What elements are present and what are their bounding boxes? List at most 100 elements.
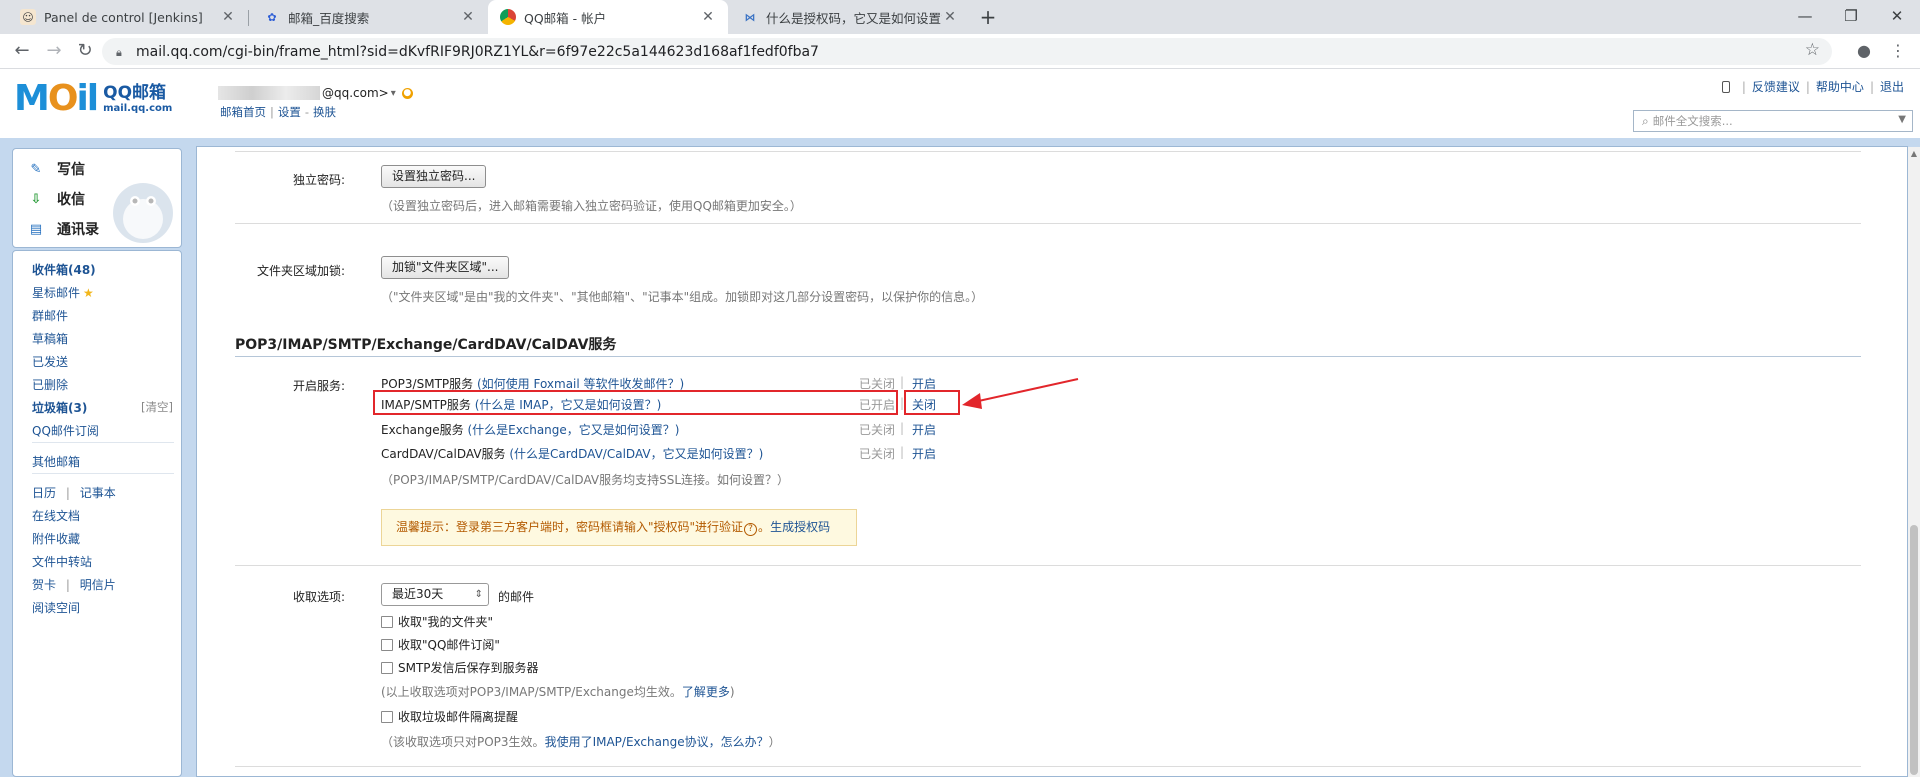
contacts-button[interactable]: ▤ 通讯录: [27, 219, 99, 239]
receive-options-label: 收取选项:: [292, 590, 345, 604]
learn-more-link[interactable]: 了解更多: [682, 685, 730, 699]
option-subscriptions[interactable]: 收取"QQ邮件订阅": [381, 636, 500, 653]
close-icon[interactable]: ✕: [460, 9, 476, 25]
compose-button[interactable]: ✎ 写信: [27, 159, 85, 179]
sidebar-item-attachments[interactable]: 附件收藏: [32, 530, 80, 547]
checkbox[interactable]: [381, 661, 393, 674]
reload-icon[interactable]: ↻: [71, 37, 99, 65]
scroll-up-icon[interactable]: ▲: [1908, 149, 1920, 158]
receive-button[interactable]: ⇩ 收信: [27, 189, 85, 209]
mail-search-input[interactable]: ⌕ 邮件全文搜索... ▼: [1633, 110, 1913, 132]
lock-folder-area-button[interactable]: 加锁"文件夹区域"...: [381, 256, 510, 279]
sidebar-item-drafts[interactable]: 草稿箱: [32, 330, 68, 347]
sidebar-calendar-notes: 日历 | 记事本: [32, 484, 116, 501]
change-skin-link[interactable]: 换肤: [313, 105, 336, 119]
chevron-down-icon: ▾: [390, 87, 396, 99]
mobile-phone-icon[interactable]: [1721, 80, 1730, 93]
service-exchange: Exchange服务 (什么是Exchange，它又是如何设置？): [381, 421, 679, 438]
set-independent-password-button[interactable]: 设置独立密码...: [381, 165, 487, 188]
dropdown-arrow-icon[interactable]: ▼: [1898, 114, 1906, 125]
generate-auth-code-link[interactable]: 生成授权码: [770, 520, 830, 534]
service-help-link[interactable]: (如何使用 Foxmail 等软件收发邮件？): [477, 377, 684, 391]
pop3-note-end: ）: [768, 735, 781, 749]
sidebar-item-starred[interactable]: 星标邮件 ★: [32, 284, 94, 301]
baidu-icon: ✿: [267, 10, 277, 24]
sidebar-item-file-transfer[interactable]: 文件中转站: [32, 553, 92, 570]
qq-mail-logo[interactable]: MOil QQ邮箱 mail.qq.com: [14, 81, 172, 117]
receive-label: 收信: [57, 192, 85, 208]
tab-auth-code-help[interactable]: ⋈ 什么是授权码，它又是如何设置? ✕: [730, 0, 970, 34]
redacted-username: [218, 86, 320, 100]
contacts-label: 通讯录: [57, 222, 99, 238]
settings-content: 独立密码: 设置独立密码... （设置独立密码后，进入邮箱需要输入独立密码验证，…: [196, 146, 1908, 777]
account-settings-panel: 独立密码: 设置独立密码... （设置独立密码后，进入邮箱需要输入独立密码验证，…: [235, 147, 1885, 777]
sidebar-item-sent[interactable]: 已发送: [32, 353, 68, 370]
tab-baidu[interactable]: ✿ 邮箱_百度搜索 ✕: [252, 0, 488, 34]
receive-period-select[interactable]: 最近30天 ⇕: [381, 583, 489, 606]
minimize-icon[interactable]: —: [1782, 0, 1828, 34]
back-icon[interactable]: ←: [8, 37, 36, 65]
sidebar-item-group-mail[interactable]: 群邮件: [32, 307, 68, 324]
mail-home-link[interactable]: 邮箱首页: [220, 105, 266, 119]
service-help-link[interactable]: (什么是 IMAP，它又是如何设置？): [475, 398, 662, 412]
window-close-icon[interactable]: ✕: [1874, 0, 1920, 34]
restore-icon[interactable]: ❐: [1828, 0, 1874, 34]
sidebar-item-calendar[interactable]: 日历: [32, 486, 56, 500]
sidebar-item-postcard[interactable]: 明信片: [80, 578, 116, 592]
checkbox[interactable]: [381, 615, 393, 628]
address-bar[interactable]: 🔒︎ mail.qq.com/cgi-bin/frame_html?sid=dK…: [102, 38, 1832, 65]
help-circle-icon[interactable]: ?: [744, 523, 758, 536]
settings-link[interactable]: 设置: [278, 105, 301, 119]
feedback-link[interactable]: 反馈建议: [1752, 78, 1800, 95]
qq-help-icon: ⋈: [744, 10, 756, 24]
option-smtp-save[interactable]: SMTP发信后保存到服务器: [381, 659, 539, 676]
checkbox-label: SMTP发信后保存到服务器: [398, 661, 539, 675]
sidebar-item-spam[interactable]: 垃圾箱(3): [32, 399, 87, 416]
checkbox[interactable]: [381, 710, 393, 723]
close-icon[interactable]: ✕: [700, 9, 716, 25]
pop3-note-text: （该收取选项只对POP3生效。: [381, 735, 545, 749]
sidebar-item-inbox[interactable]: 收件箱(48): [32, 261, 96, 278]
divider: [235, 151, 1861, 152]
ssl-note: （POP3/IMAP/SMTP/CardDAV/CalDAV服务均支持SSL连接…: [381, 473, 790, 487]
notification-dot-icon[interactable]: ●: [401, 87, 413, 99]
logout-link[interactable]: 退出: [1880, 78, 1904, 95]
forward-icon[interactable]: →: [40, 37, 68, 65]
sidebar-item-card[interactable]: 贺卡: [32, 578, 56, 592]
scrollbar-thumb[interactable]: [1910, 525, 1918, 775]
tab-title: QQ邮箱 - 帐户: [524, 10, 607, 26]
sidebar-item-notes[interactable]: 记事本: [80, 486, 116, 500]
close-icon[interactable]: ✕: [942, 9, 958, 25]
clean-spam-link[interactable]: [清空]: [141, 399, 173, 415]
option-my-folders[interactable]: 收取"我的文件夹": [381, 613, 493, 630]
sidebar-item-other-mailbox[interactable]: 其他邮箱: [32, 453, 80, 470]
tab-qq-mail-account[interactable]: QQ邮箱 - 帐户 ✕: [488, 0, 728, 34]
sidebar-actions: ✎ 写信 ⇩ 收信 ▤ 通讯录: [12, 148, 182, 248]
lock-icon: 🔒︎: [116, 45, 122, 59]
checkbox[interactable]: [381, 638, 393, 651]
sidebar-item-online-docs[interactable]: 在线文档: [32, 507, 80, 524]
menu-kebab-icon[interactable]: ⋮: [1884, 37, 1912, 65]
sidebar-item-deleted[interactable]: 已删除: [32, 376, 68, 393]
chrome-icon: [500, 9, 516, 25]
page-scrollbar[interactable]: ▲: [1908, 147, 1920, 777]
service-help-link[interactable]: (什么是Exchange，它又是如何设置？): [467, 423, 679, 437]
account-menu[interactable]: @qq.com> ▾ ●: [218, 86, 413, 100]
tab-jenkins[interactable]: ☺ Panel de control [Jenkins] ✕: [8, 0, 248, 34]
separator: |: [65, 578, 70, 592]
profile-icon[interactable]: ●: [1850, 37, 1878, 65]
sidebar-item-reading-space[interactable]: 阅读空间: [32, 599, 80, 616]
bookmark-star-icon[interactable]: ☆: [1805, 40, 1820, 60]
new-tab-button[interactable]: +: [975, 4, 1001, 30]
imap-disable-toggle[interactable]: 关闭: [912, 396, 936, 413]
imap-exchange-help-link[interactable]: 我使用了IMAP/Exchange协议，怎么办？: [545, 735, 769, 749]
service-name: Exchange服务: [381, 423, 464, 437]
close-icon[interactable]: ✕: [220, 9, 236, 25]
sidebar-item-subscriptions[interactable]: QQ邮件订阅: [32, 422, 99, 439]
exchange-enable-toggle[interactable]: 开启: [912, 421, 936, 438]
service-help-link[interactable]: (什么是CardDAV/CalDAV，它又是如何设置？): [509, 447, 763, 461]
compose-label: 写信: [57, 162, 85, 178]
help-center-link[interactable]: 帮助中心: [1816, 78, 1864, 95]
carddav-enable-toggle[interactable]: 开启: [912, 445, 936, 462]
option-spam-reminder[interactable]: 收取垃圾邮件隔离提醒: [381, 708, 518, 725]
